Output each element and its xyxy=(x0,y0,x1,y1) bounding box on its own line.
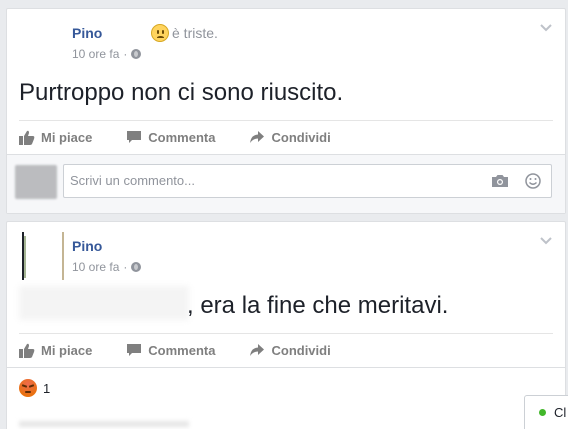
post-time[interactable]: 10 ore fa xyxy=(72,47,119,61)
truncated-text xyxy=(19,421,189,427)
comment-box xyxy=(63,164,552,198)
post-meta: 10 ore fa · xyxy=(72,260,142,274)
share-label: Condividi xyxy=(271,130,331,145)
feeling-status: è triste. xyxy=(151,24,218,42)
comment-label: Commenta xyxy=(148,343,216,358)
avatar[interactable] xyxy=(17,232,65,280)
like-label: Mi piace xyxy=(41,343,93,358)
reaction-summary[interactable]: 1 xyxy=(19,379,50,397)
angry-reaction-icon xyxy=(19,379,37,397)
divider xyxy=(19,333,553,334)
reaction-count: 1 xyxy=(43,380,51,396)
chat-label: Cl xyxy=(554,405,567,420)
like-label: Mi piace xyxy=(41,130,93,145)
online-status-icon xyxy=(539,409,546,416)
sad-emoji-icon xyxy=(151,24,169,42)
post-actions: Mi piace Commenta Condividi xyxy=(19,130,331,145)
camera-icon[interactable] xyxy=(491,174,509,188)
chevron-down-icon[interactable] xyxy=(539,23,553,33)
post-meta: 10 ore fa · xyxy=(72,47,142,61)
redacted-text xyxy=(19,286,189,320)
share-button[interactable]: Condividi xyxy=(249,343,331,358)
share-label: Condividi xyxy=(271,343,331,358)
globe-icon xyxy=(131,49,142,59)
author-name[interactable]: Pino xyxy=(72,25,102,41)
share-button[interactable]: Condividi xyxy=(249,130,331,145)
post-text: Purtroppo non ci sono riuscito. xyxy=(19,79,344,106)
author-name[interactable]: Pino xyxy=(72,238,102,254)
divider xyxy=(7,367,565,368)
comment-button[interactable]: Commenta xyxy=(126,130,215,145)
post-card: Pino 10 ore fa · , era la fine che merit… xyxy=(6,221,566,429)
post-time[interactable]: 10 ore fa xyxy=(72,260,119,274)
chat-tab[interactable]: Cl xyxy=(524,395,568,429)
like-button[interactable]: Mi piace xyxy=(19,343,92,358)
comment-icon xyxy=(127,131,142,143)
globe-icon xyxy=(131,262,142,272)
comment-button[interactable]: Commenta xyxy=(126,343,215,358)
like-button[interactable]: Mi piace xyxy=(19,130,92,145)
comment-label: Commenta xyxy=(148,130,216,145)
comment-composer xyxy=(7,155,565,213)
post-card: Pino è triste. 10 ore fa · Purtroppo non… xyxy=(6,8,566,214)
feeling-text: è triste. xyxy=(172,25,218,41)
post-text: , era la fine che meritavi. xyxy=(187,292,449,319)
emoji-icon[interactable] xyxy=(525,173,541,189)
comment-icon xyxy=(127,344,142,356)
commenter-avatar xyxy=(15,165,57,199)
chevron-down-icon[interactable] xyxy=(539,236,553,246)
thumbs-up-icon xyxy=(19,343,35,358)
share-icon xyxy=(250,131,265,143)
divider xyxy=(19,120,553,121)
comment-input[interactable] xyxy=(70,165,480,195)
share-icon xyxy=(250,344,265,356)
avatar[interactable] xyxy=(17,19,61,63)
thumbs-up-icon xyxy=(19,130,35,145)
post-actions: Mi piace Commenta Condividi xyxy=(19,343,331,358)
